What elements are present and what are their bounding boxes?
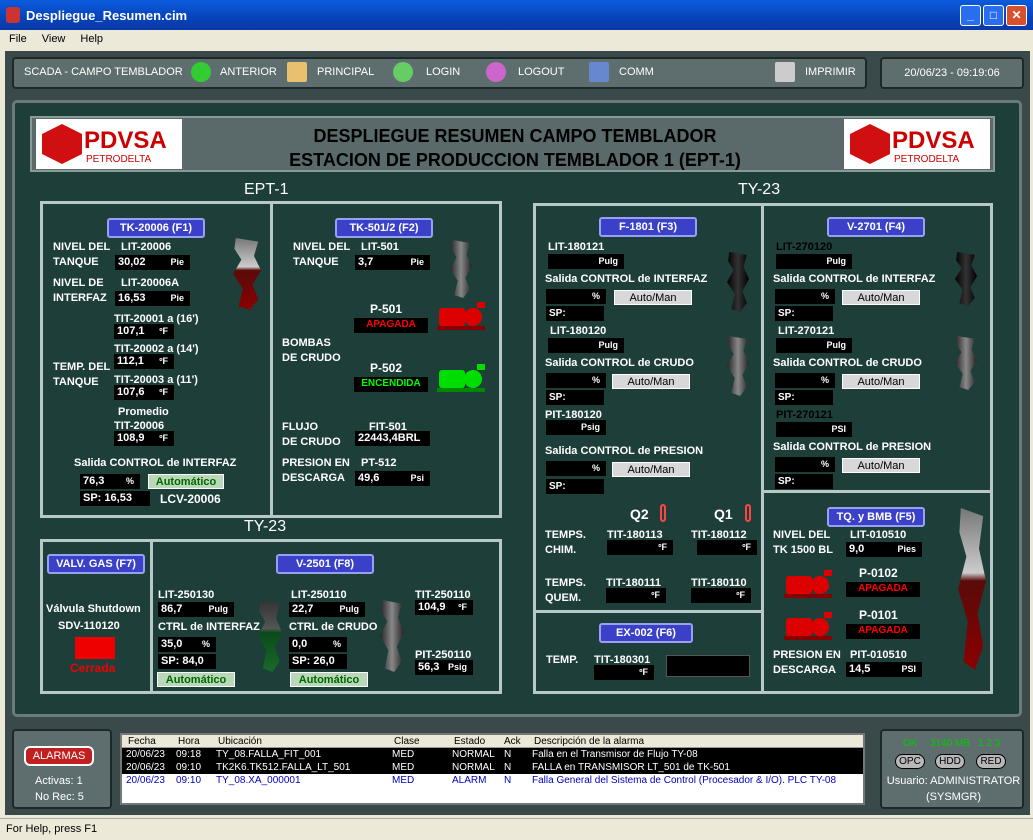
pump-p0101-icon[interactable] (784, 610, 834, 642)
lit20006a-value: 16,53 Pie (115, 291, 190, 306)
red-indicator[interactable]: RED (976, 754, 1006, 769)
pdvsa-logo-left: PDVSA PETRODELTA (36, 119, 182, 169)
imprimir-button[interactable]: IMPRIMIR (805, 66, 856, 78)
automan-button-v2701-2[interactable]: Auto/Man (842, 374, 920, 389)
page-title: DESPLIEGUE RESUMEN CAMPO TEMBLADOR ESTACI… (289, 126, 741, 170)
users-icon[interactable] (393, 62, 413, 82)
tk20006-tag[interactable]: TK-20006 (F1) (107, 218, 205, 238)
pdvsa-logo-right: PDVSA PETRODELTA (844, 119, 990, 169)
anterior-button[interactable]: ANTERIOR (220, 66, 277, 78)
menu-file[interactable]: File (9, 33, 27, 45)
menu-help[interactable]: Help (80, 33, 103, 45)
auto-button-v2501-1[interactable]: Automático (157, 672, 235, 687)
automan-button-f1801-1[interactable]: Auto/Man (614, 290, 692, 305)
tk501-tag[interactable]: TK-501/2 (F2) (335, 218, 433, 238)
ex002-tag[interactable]: EX-002 (F6) (599, 623, 693, 643)
minimize-button[interactable]: _ (960, 5, 981, 26)
alarm-row[interactable]: 20/06/23 09:10 TK2K6.TK512.FALLA_LT_501 MED… (122, 761, 863, 774)
opc-indicator[interactable]: OPC (895, 754, 925, 769)
v2701-tag[interactable]: V-2701 (F4) (827, 217, 925, 237)
hdd-indicator[interactable]: HDD (935, 754, 965, 769)
window-title: Despliegue_Resumen.cim (26, 8, 188, 23)
title-bar: Despliegue_Resumen.cim (0, 0, 1033, 30)
section-ty23-lower: TY-23 (244, 518, 287, 535)
auto-button-v2501-2[interactable]: Automático (290, 672, 368, 687)
valv-gas-tag[interactable]: VALV. GAS (F7) (47, 554, 145, 574)
pump-p501-icon[interactable] (437, 300, 487, 332)
logout-button[interactable]: LOGOUT (518, 66, 564, 78)
tqbmb-tag[interactable]: TQ. y BMB (F5) (827, 507, 925, 527)
logout-users-icon[interactable] (486, 62, 506, 82)
pump-p0102-icon[interactable] (784, 568, 834, 600)
q2-indicator-icon (660, 504, 666, 522)
alarm-table: Fecha Hora Ubicación Clase Estado Ack De… (120, 733, 865, 805)
auto-button-tk20006[interactable]: Automático (148, 474, 224, 489)
maximize-button[interactable]: □ (983, 5, 1004, 26)
p0101-status: APAGADA (846, 624, 920, 639)
alarm-row[interactable]: 20/06/23 09:10 TY_08.XA_000001 MED ALARM N Fal… (122, 774, 863, 787)
v2501-tag[interactable]: V-2501 (F8) (276, 554, 374, 574)
app-name: SCADA - CAMPO TEMBLADOR (24, 66, 183, 78)
alarm-row[interactable]: 20/06/23 09:18 TY_08.FALLA_FIT_001 MED NORMA… (122, 748, 863, 761)
alarm-table-header: Fecha Hora Ubicación Clase Estado Ack De… (122, 735, 863, 748)
status-bar: For Help, press F1 (0, 818, 1033, 840)
close-button[interactable]: ✕ (1006, 5, 1027, 26)
pump-p502-icon[interactable] (437, 362, 487, 394)
lit20006-value: 30,02 Pie (115, 255, 190, 270)
ex002-display (666, 655, 750, 677)
automan-button-f1801-3[interactable]: Auto/Man (612, 462, 690, 477)
alarms-button[interactable]: ALARMAS (24, 746, 94, 766)
valve-status: Cerrada (70, 661, 116, 675)
app-icon (6, 7, 20, 23)
back-arrow-icon[interactable] (191, 62, 211, 82)
printer-icon[interactable] (775, 62, 795, 82)
principal-button[interactable]: PRINCIPAL (317, 66, 374, 78)
q1-indicator-icon (745, 504, 751, 522)
login-button[interactable]: LOGIN (426, 66, 460, 78)
automan-button-v2701-1[interactable]: Auto/Man (842, 290, 920, 305)
section-ty23: TY-23 (738, 181, 781, 198)
home-icon[interactable] (287, 62, 307, 82)
f1801-tag[interactable]: F-1801 (F3) (599, 217, 697, 237)
network-icon[interactable] (589, 62, 609, 82)
comm-button[interactable]: COMM (619, 66, 654, 78)
section-ept1: EPT-1 (244, 181, 289, 198)
p0102-status: APAGADA (846, 582, 920, 597)
menu-view[interactable]: View (42, 33, 66, 45)
shutdown-valve-icon[interactable] (75, 637, 115, 659)
datetime-display: 20/06/23 - 09:19:06 (880, 57, 1024, 89)
p502-status: ENCENDIDA (354, 377, 428, 392)
menu-bar: File View Help (0, 30, 1033, 49)
automan-button-f1801-2[interactable]: Auto/Man (612, 374, 690, 389)
p501-status: APAGADA (354, 318, 428, 333)
automan-button-v2701-3[interactable]: Auto/Man (842, 458, 920, 473)
